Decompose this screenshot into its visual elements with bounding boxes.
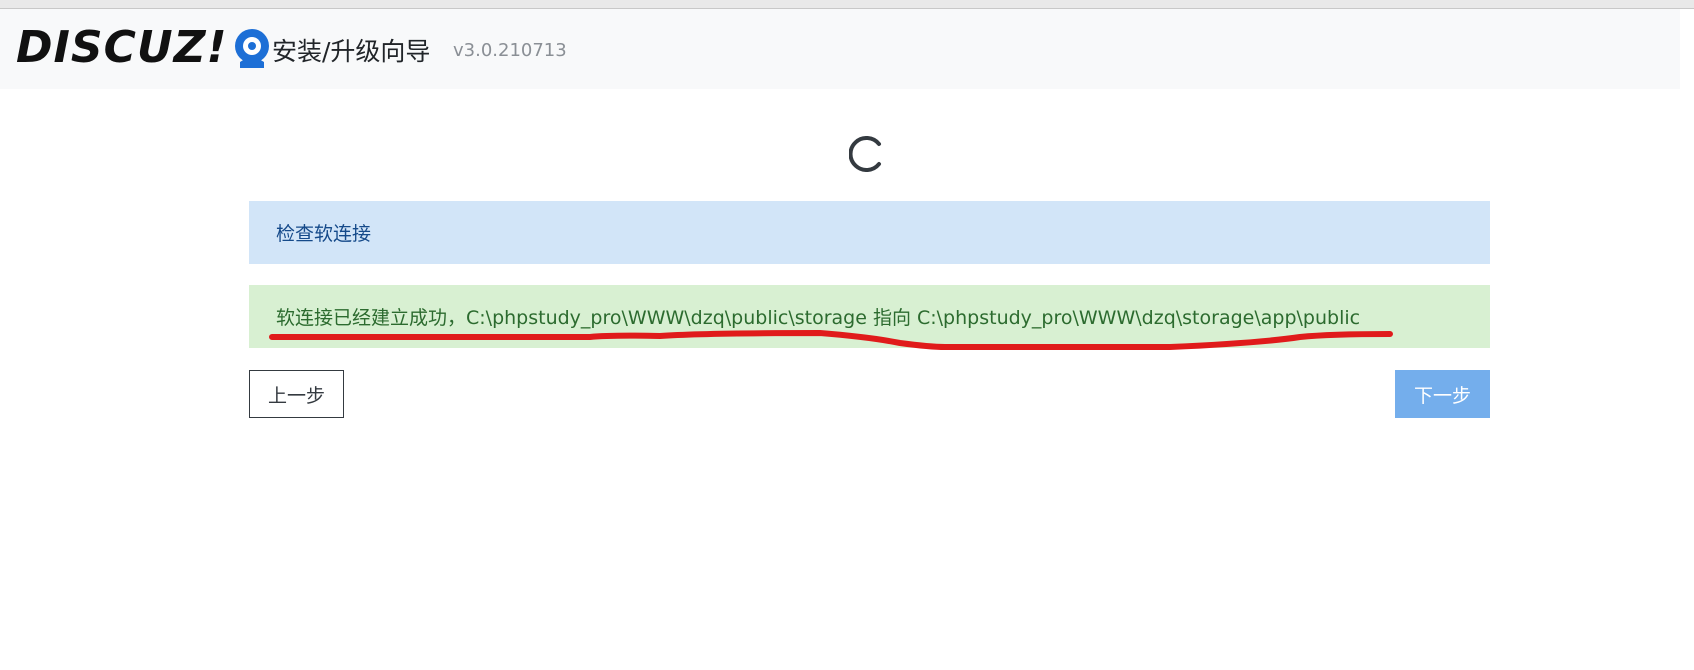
page-title: 安装/升级向导	[272, 37, 431, 66]
header-bar: DISCUZ! 安装/升级向导 v3.0.210713	[0, 9, 1694, 89]
check-status-text: 检查软连接	[276, 223, 372, 245]
loading-spinner-icon	[849, 136, 881, 172]
logo-text: DISCUZ!	[16, 22, 228, 73]
symlink-success-text: 软连接已经建立成功，C:\phpstudy_pro\WWW\dzq\public…	[276, 307, 1361, 329]
brand-logo[interactable]: DISCUZ!	[16, 26, 274, 70]
check-status-alert: 检查软连接	[249, 201, 1490, 264]
installer-page: DISCUZ! 安装/升级向导 v3.0.210713 检查软连接 软连接已经建…	[0, 0, 1694, 670]
previous-step-button[interactable]: 上一步	[249, 370, 344, 418]
symlink-success-alert: 软连接已经建立成功，C:\phpstudy_pro\WWW\dzq\public…	[249, 285, 1490, 348]
version-label: v3.0.210713	[453, 40, 567, 61]
next-step-button[interactable]: 下一步	[1395, 370, 1490, 418]
discuz-q-logo-icon	[234, 29, 269, 68]
browser-chrome-edge	[0, 0, 1694, 9]
scrollbar[interactable]	[1680, 9, 1694, 670]
